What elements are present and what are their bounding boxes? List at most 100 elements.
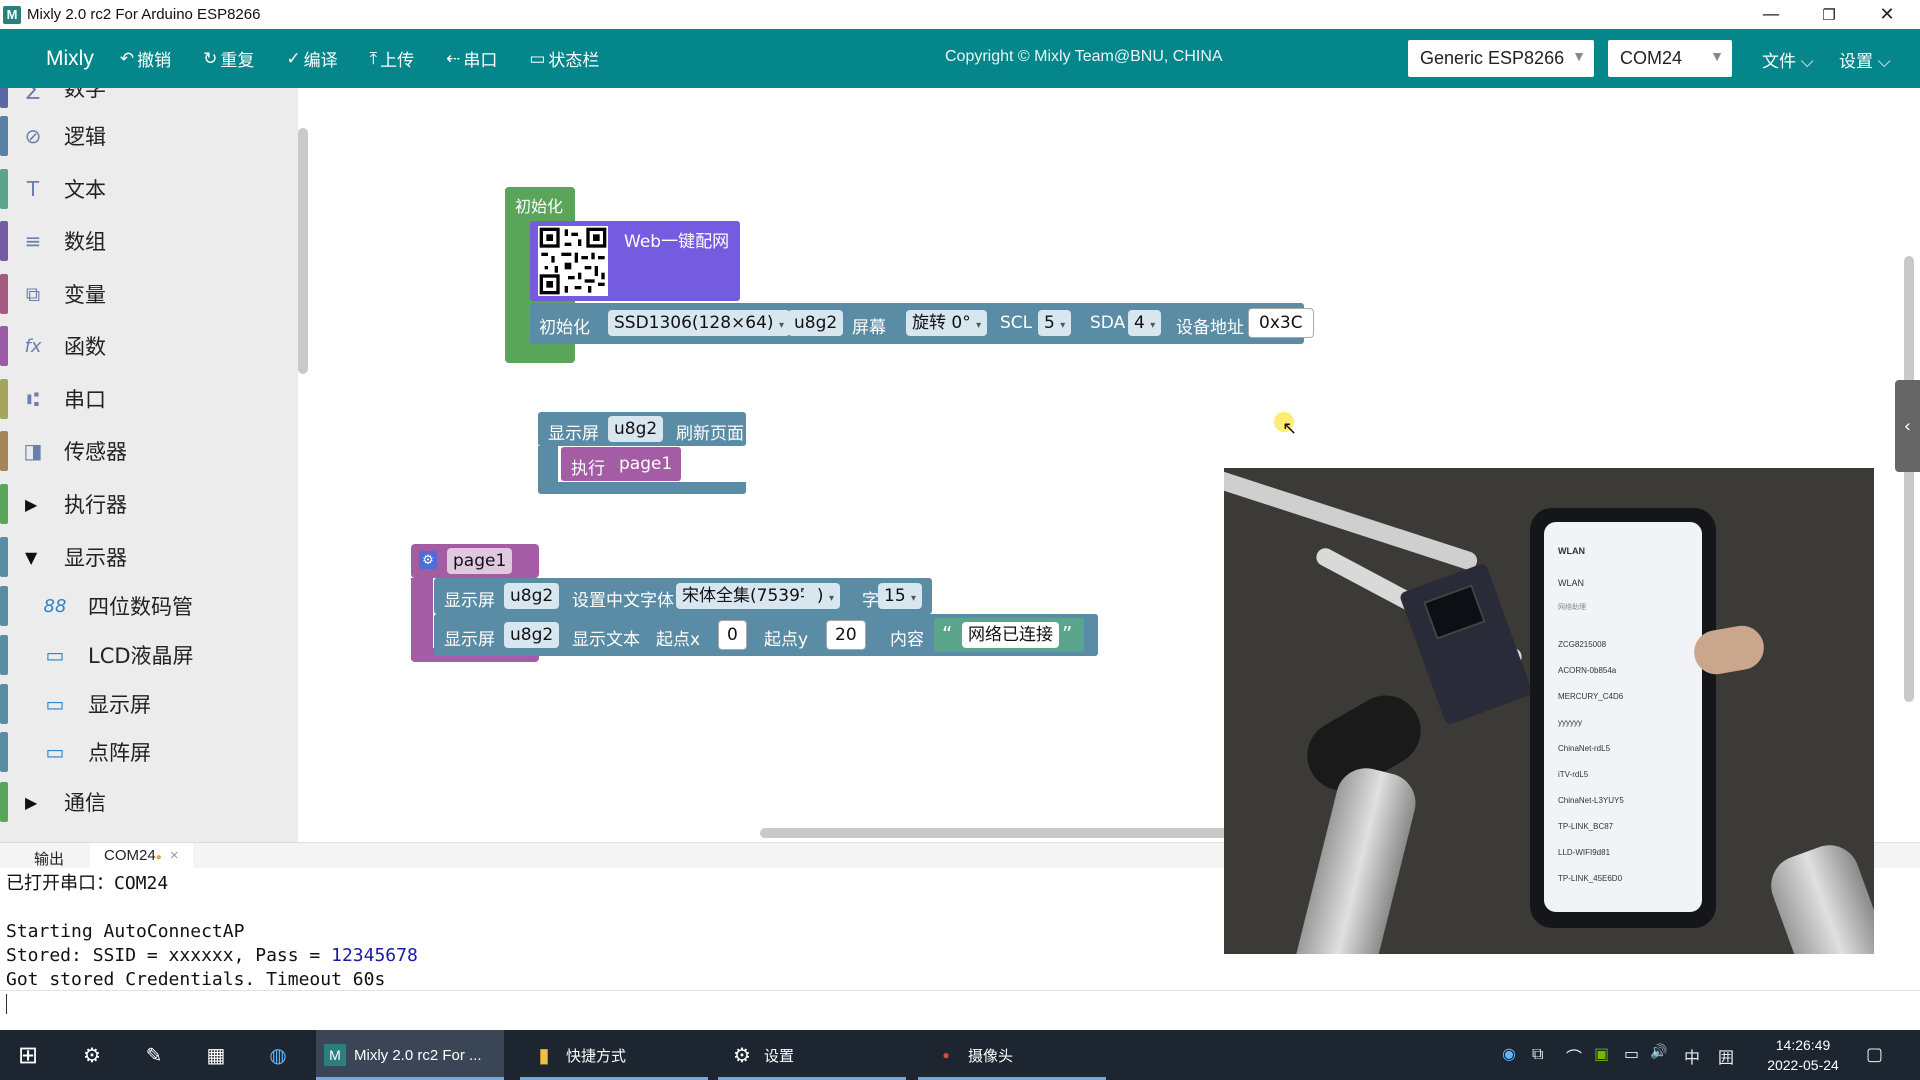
category-displays[interactable]: ▼ 显示器 xyxy=(0,531,290,583)
y-input[interactable]: 20 xyxy=(826,620,866,650)
toolbox-scrollbar[interactable] xyxy=(298,128,308,374)
board-select[interactable]: Generic ESP8266 ▼ xyxy=(1408,40,1594,77)
tray-nvidia-icon[interactable]: ▣ xyxy=(1594,1044,1609,1063)
scl-dropdown[interactable]: 5 ▾ xyxy=(1038,310,1072,336)
category-array[interactable]: ≡ 数组 xyxy=(0,215,290,267)
collapse-arrow-icon[interactable]: ▼ xyxy=(25,548,37,567)
close-button[interactable]: ✕ xyxy=(1858,0,1916,29)
cable-image xyxy=(1224,468,1480,572)
show-text-block[interactable]: 显示屏 u8g2 显示文本 起点x 0 起点y 20 内容 “ 网络已连接 ” xyxy=(434,614,1098,656)
address-field[interactable]: 0x3C xyxy=(1248,308,1314,338)
start-button[interactable]: ⊞ xyxy=(14,1030,50,1080)
tray-taskview-icon[interactable]: ⧉ xyxy=(1532,1044,1543,1064)
category-text[interactable]: T 文本 xyxy=(0,163,290,215)
camera-preview-window[interactable]: WLAN WLAN 网络助理 ZCG8215008 ACORN-0b854a M… xyxy=(1224,468,1874,954)
tray-app-icon[interactable]: ◉ xyxy=(1502,1044,1516,1063)
redo-button[interactable]: ↻ 重复 xyxy=(203,46,254,71)
serial-button[interactable]: ⇠ 串口 xyxy=(446,46,497,71)
category-logic[interactable]: ⊘ 逻辑 xyxy=(0,110,290,162)
settings-menu[interactable]: 设置 ⌵ xyxy=(1839,47,1891,72)
pinned-app[interactable]: ✎ xyxy=(140,1030,176,1080)
category-lcd[interactable]: ▭ LCD液晶屏 xyxy=(0,629,290,681)
set-chinese-font-block[interactable]: 显示屏 u8g2 设置中文字体 宋体全集(7539字) ▾ 字号 xyxy=(434,578,932,614)
upload-button[interactable]: ⤒ 上传 xyxy=(370,46,415,71)
rotation-dropdown[interactable]: 旋转 0° ▾ xyxy=(906,310,988,336)
font-action-label: 设置中文字体 xyxy=(572,591,674,611)
taskbar-window-settings[interactable]: ⚙ 设置 xyxy=(718,1030,906,1080)
refresh-display-field[interactable]: u8g2 xyxy=(608,416,664,442)
workspace-vertical-scrollbar[interactable] xyxy=(1904,256,1914,702)
gear-icon[interactable]: ⚙ xyxy=(419,551,437,569)
pinned-app[interactable]: ⚙ xyxy=(78,1030,114,1080)
chevron-down-icon: ▼ xyxy=(1710,48,1724,64)
compile-button[interactable]: ✓ 编译 xyxy=(286,46,337,71)
statusbar-button[interactable]: ▭ 状态栏 xyxy=(529,46,599,71)
taskbar-window-mixly[interactable]: M Mixly 2.0 rc2 For ... xyxy=(316,1030,504,1080)
category-label: 四位数码管 xyxy=(88,595,193,619)
tray-keyboard-icon[interactable]: 囲 xyxy=(1718,1044,1734,1068)
category-functions[interactable]: fx 函数 xyxy=(0,320,290,372)
taskbar-window-shortcut[interactable]: ▮ 快捷方式 xyxy=(520,1030,708,1080)
side-panel-toggle[interactable]: ‹ xyxy=(1895,380,1920,472)
taskbar-clock[interactable]: 14:26:49 2022-05-24 xyxy=(1758,1035,1848,1075)
category-serial[interactable]: ⑆ 串口 xyxy=(0,373,290,425)
monitor-icon: ▭ xyxy=(45,740,65,764)
category-variables[interactable]: ⧉ 变量 xyxy=(0,268,290,320)
x-input[interactable]: 0 xyxy=(718,620,747,650)
call-page-block[interactable]: 执行 page1 xyxy=(561,447,681,481)
sda-label: SDA xyxy=(1090,313,1126,333)
expand-arrow-icon[interactable]: ▶ xyxy=(25,495,37,514)
font-display-field[interactable]: u8g2 xyxy=(504,583,560,609)
chevron-down-icon: ▾ xyxy=(1060,320,1066,331)
log-line: Got stored Credentials. Timeout 60s xyxy=(6,969,386,990)
expand-arrow-icon[interactable]: ▶ xyxy=(25,793,37,812)
browser-app[interactable]: ◍ xyxy=(264,1030,300,1080)
tray-ime-icon[interactable]: 中 xyxy=(1684,1044,1700,1068)
text-display-field[interactable]: u8g2 xyxy=(504,622,560,648)
category-oled[interactable]: ▭ 显示屏 xyxy=(0,678,290,730)
taskbar-window-camera[interactable]: ● 摄像头 xyxy=(918,1030,1106,1080)
window-label: 摄像头 xyxy=(968,1047,1014,1065)
category-communication[interactable]: ▶ 通信 xyxy=(0,776,290,828)
text-content-field[interactable]: 网络已连接 xyxy=(962,622,1059,648)
serial-port-icon: ⑆ xyxy=(27,387,39,411)
font-size-dropdown[interactable]: 15 ▾ xyxy=(878,583,923,609)
serial-input-caret[interactable] xyxy=(6,994,7,1014)
category-color-bar xyxy=(0,221,8,261)
display-init-block[interactable]: 初始化 SSD1306(128×64) ▾ u8g2 屏幕 旋转 0° ▾ SC… xyxy=(530,303,1314,344)
text-string-block[interactable]: “ 网络已连接 ” xyxy=(934,618,1084,652)
chevron-down-icon: ▾ xyxy=(976,320,982,331)
settings-menu-label: 设置 xyxy=(1839,52,1873,71)
file-menu[interactable]: 文件 ⌵ xyxy=(1762,47,1814,72)
procedure-name-field[interactable]: page1 xyxy=(447,548,513,574)
sda-dropdown[interactable]: 4 ▾ xyxy=(1128,310,1162,336)
tray-volume-icon[interactable]: 🔊 xyxy=(1650,1044,1667,1060)
close-tab-icon[interactable]: × xyxy=(170,847,179,864)
page1-procedure-block[interactable]: ⚙ page1 xyxy=(411,544,539,578)
block-toolbox: ∑ 数学 ⊘ 逻辑 T 文本 ≡ 数组 ⧉ 变量 fx 函数 ⑆ 串口 ◨ 传感… xyxy=(0,88,298,842)
category-seven-segment[interactable]: 88 四位数码管 xyxy=(0,580,290,632)
category-label: 变量 xyxy=(64,283,106,307)
refresh-page-block[interactable]: 显示屏 u8g2 刷新页面 xyxy=(538,412,746,446)
app-navbar: Mixly ↶ 撤销 ↻ 重复 ✓ 编译 ⤒ 上传 ⇠ 串口 ▭ 状态栏 Copyright… xyxy=(0,29,1920,88)
display-model-dropdown[interactable]: SSD1306(128×64) ▾ xyxy=(608,310,790,336)
category-label: LCD液晶屏 xyxy=(88,644,194,668)
tab-com24[interactable]: COM24● × xyxy=(90,843,193,869)
restore-button[interactable]: ❐ xyxy=(1800,0,1858,29)
category-actuators[interactable]: ▶ 执行器 xyxy=(0,478,290,530)
category-matrix[interactable]: ▭ 点阵屏 xyxy=(0,726,290,778)
tray-battery-icon[interactable]: ▭ xyxy=(1624,1044,1639,1063)
tray-network-icon[interactable]: ⌒ xyxy=(1566,1044,1582,1068)
web-config-block[interactable]: Web一键配网 xyxy=(530,221,740,301)
port-select[interactable]: COM24 ▼ xyxy=(1608,40,1732,77)
minimize-button[interactable]: — xyxy=(1742,0,1800,29)
undo-button[interactable]: ↶ 撤销 xyxy=(120,46,171,71)
calculator-app[interactable]: ▦ xyxy=(202,1030,238,1080)
display-name-field[interactable]: u8g2 xyxy=(788,310,844,336)
category-sensors[interactable]: ◨ 传感器 xyxy=(0,425,290,477)
monitor-icon: ▭ xyxy=(45,692,65,716)
tab-output[interactable]: 输出 xyxy=(34,848,64,869)
tab-com24-label: COM24 xyxy=(104,847,156,864)
notification-icon[interactable]: ▢ xyxy=(1866,1044,1883,1065)
brand-logo[interactable]: Mixly xyxy=(46,47,94,71)
